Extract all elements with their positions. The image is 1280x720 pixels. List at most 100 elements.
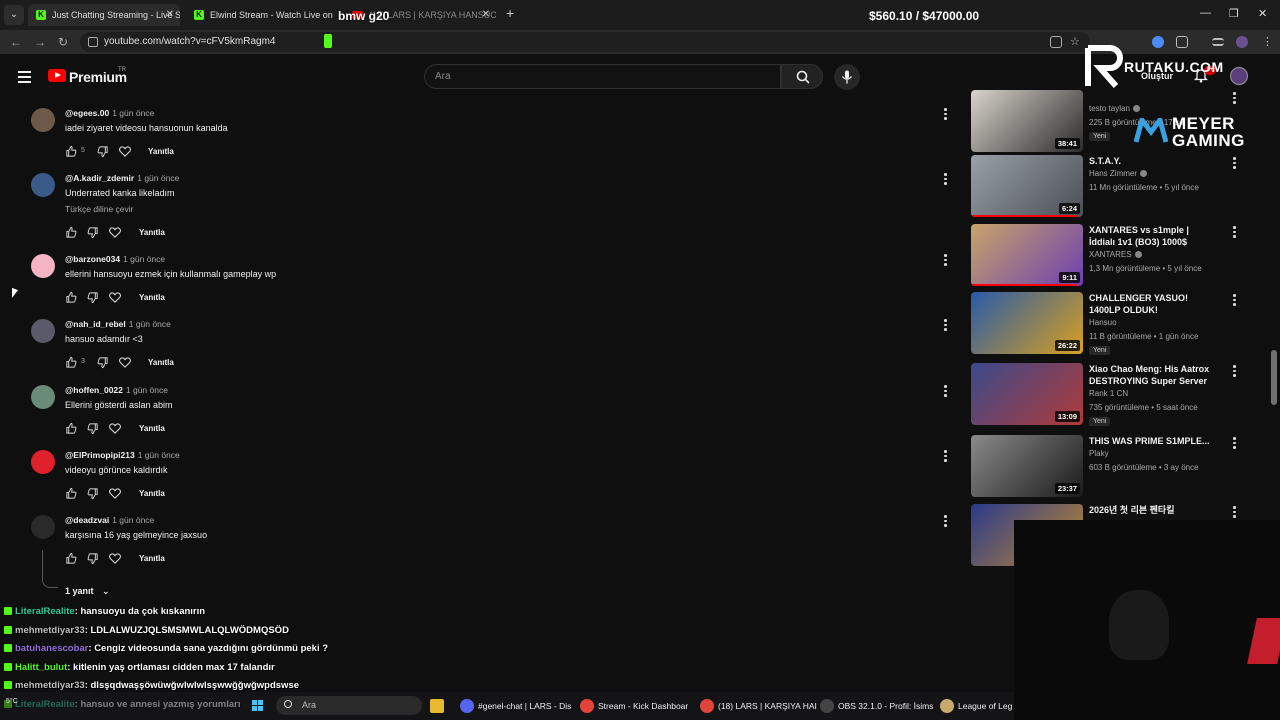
dislike-icon[interactable] [86,552,99,565]
video-more-icon[interactable] [1233,294,1239,308]
video-more-icon[interactable] [1233,365,1239,379]
forward-icon[interactable]: → [34,35,46,49]
heart-icon[interactable] [108,226,122,239]
url-field[interactable]: youtube.com/watch?v=cFV5kmRagm4 [80,32,1090,52]
install-app-icon[interactable] [1050,36,1062,48]
channel-name[interactable]: Plaky [1089,449,1109,458]
translate-link[interactable]: Türkçe diline çevir [65,204,134,214]
reply-button[interactable]: Yanıtla [139,293,165,302]
reply-button[interactable]: Yanıtla [148,358,174,367]
youtube-logo-icon[interactable] [48,69,66,82]
video-more-icon[interactable] [1233,226,1239,240]
video-thumbnail[interactable]: 13:09 [971,363,1083,425]
comment-author[interactable]: @egees.00 [65,108,109,118]
commenter-avatar[interactable] [31,385,55,409]
related-video-item[interactable]: 23:37 THIS WAS PRIME S1MPLE... Plaky 603 B … [971,435,1271,499]
reload-icon[interactable]: ↻ [58,35,68,49]
comment-time[interactable]: 1 gün önce [129,319,171,329]
video-title[interactable]: CHALLENGER YASUO! 1400LP OLDUK! [1089,292,1217,316]
commenter-avatar[interactable] [31,254,55,278]
taskbar-search[interactable]: Ara [276,696,422,715]
heart-icon[interactable] [108,291,122,304]
commenter-avatar[interactable] [31,108,55,132]
comment-time[interactable]: 1 gün önce [126,385,168,395]
commenter-avatar[interactable] [31,319,55,343]
dislike-icon[interactable] [86,226,99,239]
comment-more-icon[interactable] [944,173,950,187]
commenter-avatar[interactable] [31,450,55,474]
video-thumbnail[interactable]: 9:11 [971,224,1083,286]
video-title[interactable]: Xiao Chao Meng: His Aatrox DESTROYING Su… [1089,363,1217,387]
video-title[interactable]: S.T.A.Y. [1089,155,1217,167]
dislike-icon[interactable] [86,422,99,435]
related-video-item[interactable]: 13:09 Xiao Chao Meng: His Aatrox DESTROYI… [971,363,1271,427]
video-thumbnail[interactable]: 38:41 [971,90,1083,152]
related-video-item[interactable]: 26:22 CHALLENGER YASUO! 1400LP OLDUK! Hans… [971,292,1271,356]
view-replies-button[interactable]: 1 yanıt ⌄ [65,586,110,597]
video-thumbnail[interactable]: 23:37 [971,435,1083,497]
video-title[interactable]: XANTARES vs s1mple | İddialı 1v1 (BO3) 1… [1089,224,1217,248]
like-icon[interactable] [65,487,78,500]
taskbar-app[interactable]: (18) LARS | KARŞIYA HAI [700,696,817,716]
taskbar-app[interactable]: #genel-chat | LARS - Dis [460,696,571,716]
dislike-icon[interactable] [96,145,109,158]
file-explorer-icon[interactable] [430,696,448,716]
taskbar-app[interactable]: OBS 32.1.0 - Profil: İsims [820,696,933,716]
video-thumbnail[interactable]: 6:24 [971,155,1083,217]
close-window-icon[interactable]: ✕ [1258,7,1267,20]
video-more-icon[interactable] [1233,437,1239,451]
commenter-avatar[interactable] [31,515,55,539]
comment-time[interactable]: 1 gün önce [137,173,179,183]
reply-button[interactable]: Yanıtla [139,554,165,563]
like-icon[interactable] [65,226,78,239]
taskbar-app[interactable]: League of Leg [940,696,1012,716]
related-video-item[interactable]: 6:24 S.T.A.Y. Hans Zimmer 11 Mn görüntüleme… [971,155,1271,219]
comment-author[interactable]: @A.kadir_zdemir [65,173,134,183]
video-title[interactable]: 2026년 첫 리븐 펜타킬 [1089,504,1217,516]
like-icon[interactable] [65,291,78,304]
video-title[interactable]: THIS WAS PRIME S1MPLE... [1089,435,1217,447]
reply-button[interactable]: Yanıtla [148,147,174,156]
comment-author[interactable]: @deadzvai [65,515,109,525]
search-input[interactable]: Ara [424,64,781,89]
video-more-icon[interactable] [1233,506,1239,520]
browser-tab-1[interactable]: K Just Chatting Streaming - Live S ✕ [28,4,180,26]
comment-more-icon[interactable] [944,385,950,399]
page-scrollbar[interactable] [1271,350,1277,405]
dislike-icon[interactable] [86,291,99,304]
browser-tab-2[interactable]: K Elwind Stream - Watch Live on [186,4,340,26]
site-info-icon[interactable] [88,37,98,47]
like-icon[interactable] [65,422,78,435]
comment-more-icon[interactable] [944,450,950,464]
related-video-item[interactable]: 9:11 XANTARES vs s1mple | İddialı 1v1 (BO… [971,224,1271,288]
video-more-icon[interactable] [1233,157,1239,171]
windows-start-icon[interactable] [252,700,264,712]
comment-time[interactable]: 1 gün önce [123,254,165,264]
comment-more-icon[interactable] [944,108,950,122]
reply-button[interactable]: Yanıtla [139,489,165,498]
comment-author[interactable]: @barzone034 [65,254,120,264]
channel-name[interactable]: XANTARES [1089,250,1142,259]
heart-icon[interactable] [118,356,132,369]
tab-close-icon[interactable]: ✕ [482,9,490,20]
back-icon[interactable]: ← [10,35,22,49]
maximize-icon[interactable]: ❐ [1229,7,1239,20]
channel-name[interactable]: Hans Zimmer [1089,169,1148,178]
taskbar-app[interactable]: Stream - Kick Dashboar [580,696,688,716]
reply-button[interactable]: Yanıtla [139,424,165,433]
heart-icon[interactable] [118,145,132,158]
commenter-avatar[interactable] [31,173,55,197]
comment-author[interactable]: @hoffen_0022 [65,385,123,395]
weather-widget[interactable]: 5°C [6,698,18,718]
minimize-icon[interactable]: — [1200,7,1211,19]
reply-button[interactable]: Yanıtla [139,228,165,237]
comment-time[interactable]: 1 gün önce [138,450,180,460]
heart-icon[interactable] [108,422,122,435]
like-icon[interactable] [65,552,78,565]
new-tab-button[interactable]: + [506,5,514,21]
comment-more-icon[interactable] [944,515,950,529]
kick-extension-icon[interactable] [324,34,332,48]
like-icon[interactable] [65,145,78,158]
tab-search-button[interactable]: ⌄ [4,5,24,25]
comment-time[interactable]: 1 gün önce [112,108,154,118]
